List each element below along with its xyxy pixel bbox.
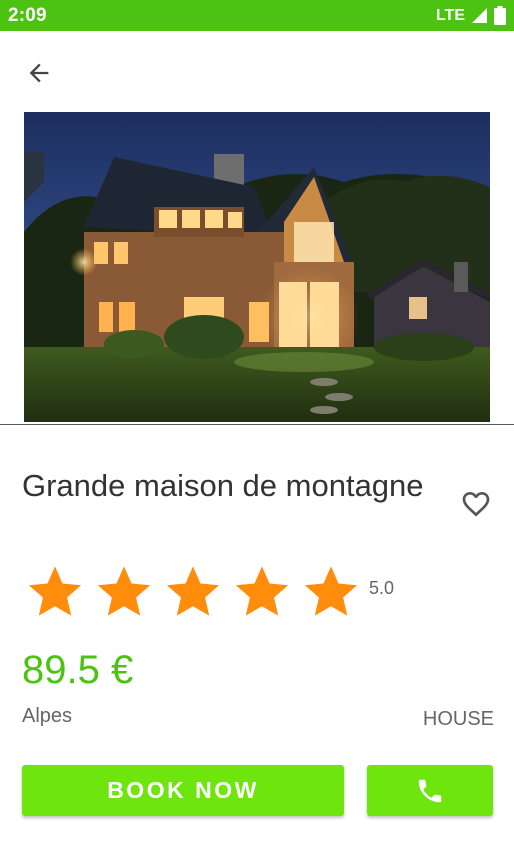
battery-icon bbox=[494, 6, 506, 25]
star-icon bbox=[97, 566, 151, 616]
phone-icon bbox=[418, 779, 442, 802]
star-icon bbox=[166, 566, 220, 616]
star-icon bbox=[28, 566, 82, 616]
status-indicators: LTE bbox=[436, 6, 506, 25]
back-button[interactable] bbox=[22, 56, 56, 90]
status-time: 2:09 bbox=[8, 5, 47, 26]
network-type-label: LTE bbox=[435, 6, 465, 24]
property-type-label: HOUSE bbox=[422, 708, 494, 730]
listing-photo bbox=[24, 112, 490, 422]
rating-value: 5.0 bbox=[369, 578, 395, 598]
section-divider bbox=[0, 424, 514, 425]
price-label: 89.5 € bbox=[22, 648, 134, 692]
call-button[interactable] bbox=[367, 765, 493, 816]
arrow-left-icon bbox=[29, 63, 49, 83]
book-now-label: BOOK NOW bbox=[107, 777, 259, 803]
location-label: Alpes bbox=[22, 705, 73, 727]
signal-icon bbox=[472, 8, 487, 23]
book-now-button[interactable]: BOOK NOW bbox=[22, 765, 344, 816]
favorite-button[interactable] bbox=[458, 486, 494, 522]
listing-title: Grande maison de montagne bbox=[22, 468, 424, 503]
star-icon bbox=[304, 566, 358, 616]
heart-outline-icon bbox=[462, 492, 490, 517]
star-rating bbox=[26, 562, 360, 620]
star-icon bbox=[235, 566, 289, 616]
status-bar: 2:09 LTE bbox=[0, 0, 514, 31]
house-photo bbox=[24, 112, 490, 422]
